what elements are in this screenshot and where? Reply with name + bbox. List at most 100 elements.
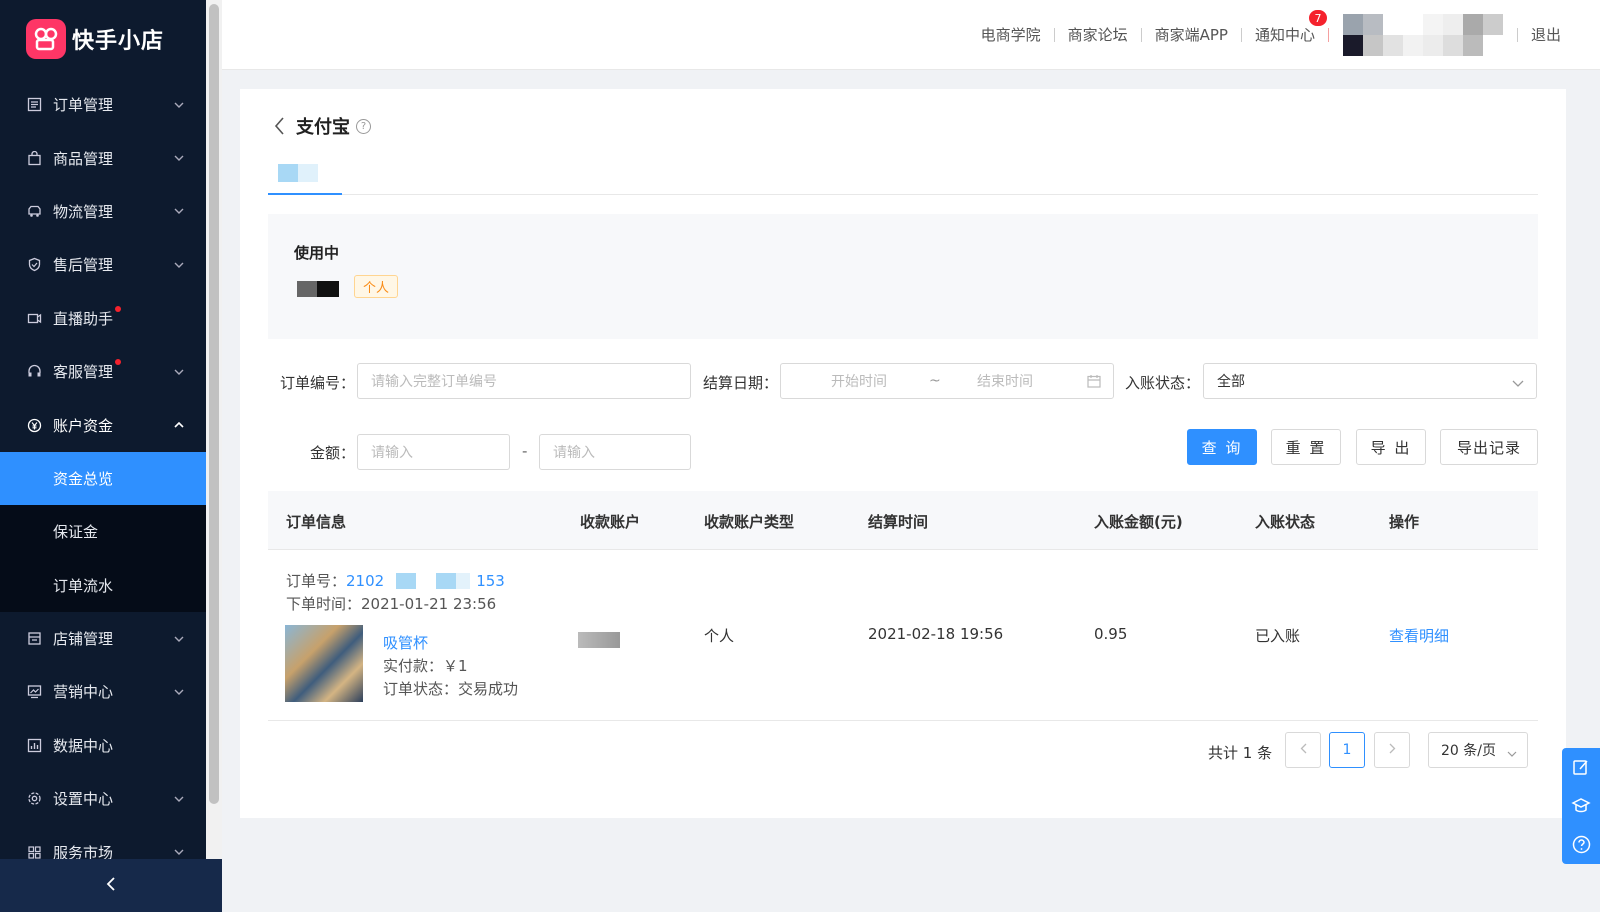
export-button[interactable]: 导 出	[1356, 429, 1426, 465]
product-name-link[interactable]: 吸管杯	[383, 632, 428, 653]
scrollbar-thumb[interactable]	[209, 4, 219, 804]
help-icon[interactable]: ?	[356, 118, 371, 134]
end-date-placeholder: 结束时间	[977, 374, 1033, 390]
reset-button[interactable]: 重 置	[1271, 429, 1341, 465]
account-status-label: 使用中	[294, 244, 340, 262]
sidebar-item-settings[interactable]: 设置中心	[0, 772, 206, 825]
help-circle-icon[interactable]	[1571, 835, 1591, 855]
order-icon	[26, 96, 43, 113]
sidebar-item-label: 订单管理	[53, 96, 114, 115]
next-page-button[interactable]	[1374, 732, 1410, 768]
order-no-prefix-label: 订单号：	[286, 572, 347, 590]
entry-status-label: 入账状态：	[1125, 374, 1201, 392]
sidebar-item-data[interactable]: 数据中心	[0, 719, 206, 772]
sidebar-item-label: 数据中心	[53, 736, 114, 755]
order-no-start[interactable]: 2102	[346, 572, 384, 590]
graduation-cap-icon[interactable]	[1571, 796, 1591, 816]
header-link-merchant-forum[interactable]: 商家论坛	[1055, 24, 1141, 45]
notification-badge: 7	[1307, 9, 1328, 27]
sidebar-scrollbar[interactable]	[206, 0, 222, 912]
sidebar-item-live-assistant[interactable]: 直播助手	[0, 292, 206, 345]
sidebar-item-products[interactable]: 商品管理	[0, 131, 206, 184]
settle-date-label: 结算日期：	[703, 374, 779, 392]
amount-separator: -	[522, 442, 528, 460]
page-title-row: 支付宝 ?	[270, 113, 371, 139]
sidebar-item-label: 设置中心	[53, 790, 114, 809]
col-entry-amount: 入账金额(元)	[1094, 513, 1183, 531]
truck-icon	[26, 203, 43, 220]
order-no-end[interactable]: 153	[476, 572, 505, 590]
sidebar-item-after-sales[interactable]: 售后管理	[0, 238, 206, 291]
header-link-merchant-app[interactable]: 商家端APP	[1142, 24, 1241, 45]
account-funds-submenu: 资金总览 保证金 订单流水	[0, 451, 206, 612]
sidebar-item-logistics[interactable]: 物流管理	[0, 185, 206, 238]
order-no-label: 订单编号：	[280, 374, 356, 392]
tab-account[interactable]	[268, 153, 342, 195]
view-details-link[interactable]: 查看明细	[1389, 625, 1449, 646]
chevron-down-icon	[174, 260, 184, 270]
sidebar-item-store[interactable]: 店铺管理	[0, 612, 206, 665]
feedback-edit-icon[interactable]	[1571, 757, 1591, 777]
back-arrow-icon[interactable]	[270, 117, 288, 135]
sidebar-item-label: 直播助手	[53, 305, 184, 329]
page-size-value: 20 条/页	[1441, 743, 1496, 759]
sidebar-item-marketing[interactable]: 营销中心	[0, 665, 206, 718]
settle-date-range-picker[interactable]: 开始时间 ~ 结束时间	[780, 363, 1114, 399]
sidebar-item-label: 客服管理	[53, 359, 174, 382]
range-separator: ~	[929, 373, 941, 389]
table-row: 订单号： 2102 153 下单时间：2021-01-21 23:56 吸管杯 …	[268, 550, 1538, 721]
amount-min-input[interactable]: 请输入	[357, 434, 510, 470]
sidebar-item-orders[interactable]: 订单管理	[0, 78, 206, 131]
query-button[interactable]: 查 询	[1187, 429, 1257, 465]
sidebar-nav: 订单管理 商品管理 物流管理 售后管理 直播助手 客服管理 账户资金	[0, 78, 206, 452]
order-no-input[interactable]: 请输入完整订单编号	[357, 363, 691, 399]
product-thumbnail[interactable]	[285, 625, 363, 702]
sidebar-subitem-deposit[interactable]: 保证金	[0, 505, 206, 558]
order-number: 订单号： 2102 153	[286, 570, 505, 591]
avatar[interactable]	[1342, 13, 1503, 56]
sidebar-collapse-button[interactable]	[0, 859, 222, 912]
export-records-button[interactable]: 导出记录	[1440, 429, 1538, 465]
chevron-down-icon	[174, 847, 184, 857]
page-title: 支付宝	[296, 117, 350, 138]
amount-label: 金额：	[310, 444, 356, 462]
video-icon	[26, 310, 43, 327]
sidebar-subitem-order-flow[interactable]: 订单流水	[0, 559, 206, 612]
kuaishou-logo-icon	[26, 19, 66, 59]
sidebar-item-account-funds[interactable]: 账户资金	[0, 398, 206, 451]
account-name-redacted	[297, 281, 339, 297]
account-tabs	[268, 153, 1538, 195]
start-date-placeholder: 开始时间	[831, 374, 887, 390]
page-size-select[interactable]: 20 条/页	[1428, 732, 1528, 768]
chevron-down-icon	[1512, 376, 1524, 392]
prev-page-button[interactable]	[1285, 732, 1321, 768]
order-no-redacted	[390, 572, 471, 589]
sidebar-item-customer-service[interactable]: 客服管理	[0, 345, 206, 398]
logo[interactable]: 快手小店	[0, 0, 206, 78]
account-type-tag: 个人	[354, 275, 399, 298]
shield-icon	[26, 256, 43, 273]
yen-icon	[26, 417, 43, 434]
top-header: 电商学院 商家论坛 商家端APP 通知中心 7 退出	[222, 0, 1600, 70]
chevron-down-icon	[174, 153, 184, 163]
logout-link[interactable]: 退出	[1518, 24, 1574, 45]
table-header: 订单信息 收款账户 收款账户类型 结算时间 入账金额(元) 入账状态 操作	[268, 491, 1538, 550]
col-order-info: 订单信息	[286, 513, 347, 531]
col-entry-status: 入账状态	[1255, 513, 1316, 531]
chevron-down-icon	[174, 100, 184, 110]
order-time: 下单时间：2021-01-21 23:56	[286, 595, 497, 613]
new-dot	[115, 305, 122, 312]
header-link-ecommerce-academy[interactable]: 电商学院	[968, 24, 1054, 45]
paid-amount: 实付款：￥1	[383, 657, 468, 675]
floating-toolbar	[1562, 748, 1600, 864]
chevron-down-icon	[1507, 746, 1517, 762]
entry-status-select[interactable]: 全部	[1203, 363, 1537, 399]
header-link-notification-center[interactable]: 通知中心 7	[1242, 9, 1328, 45]
chevron-down-icon	[174, 367, 184, 377]
col-settle-time: 结算时间	[868, 513, 929, 531]
entry-amount-cell: 0.95	[1094, 625, 1128, 643]
sidebar-subitem-funds-overview[interactable]: 资金总览	[0, 451, 206, 506]
page-1-button[interactable]: 1	[1329, 732, 1365, 768]
bar-chart-icon	[26, 737, 43, 754]
amount-max-input[interactable]: 请输入	[539, 434, 691, 470]
